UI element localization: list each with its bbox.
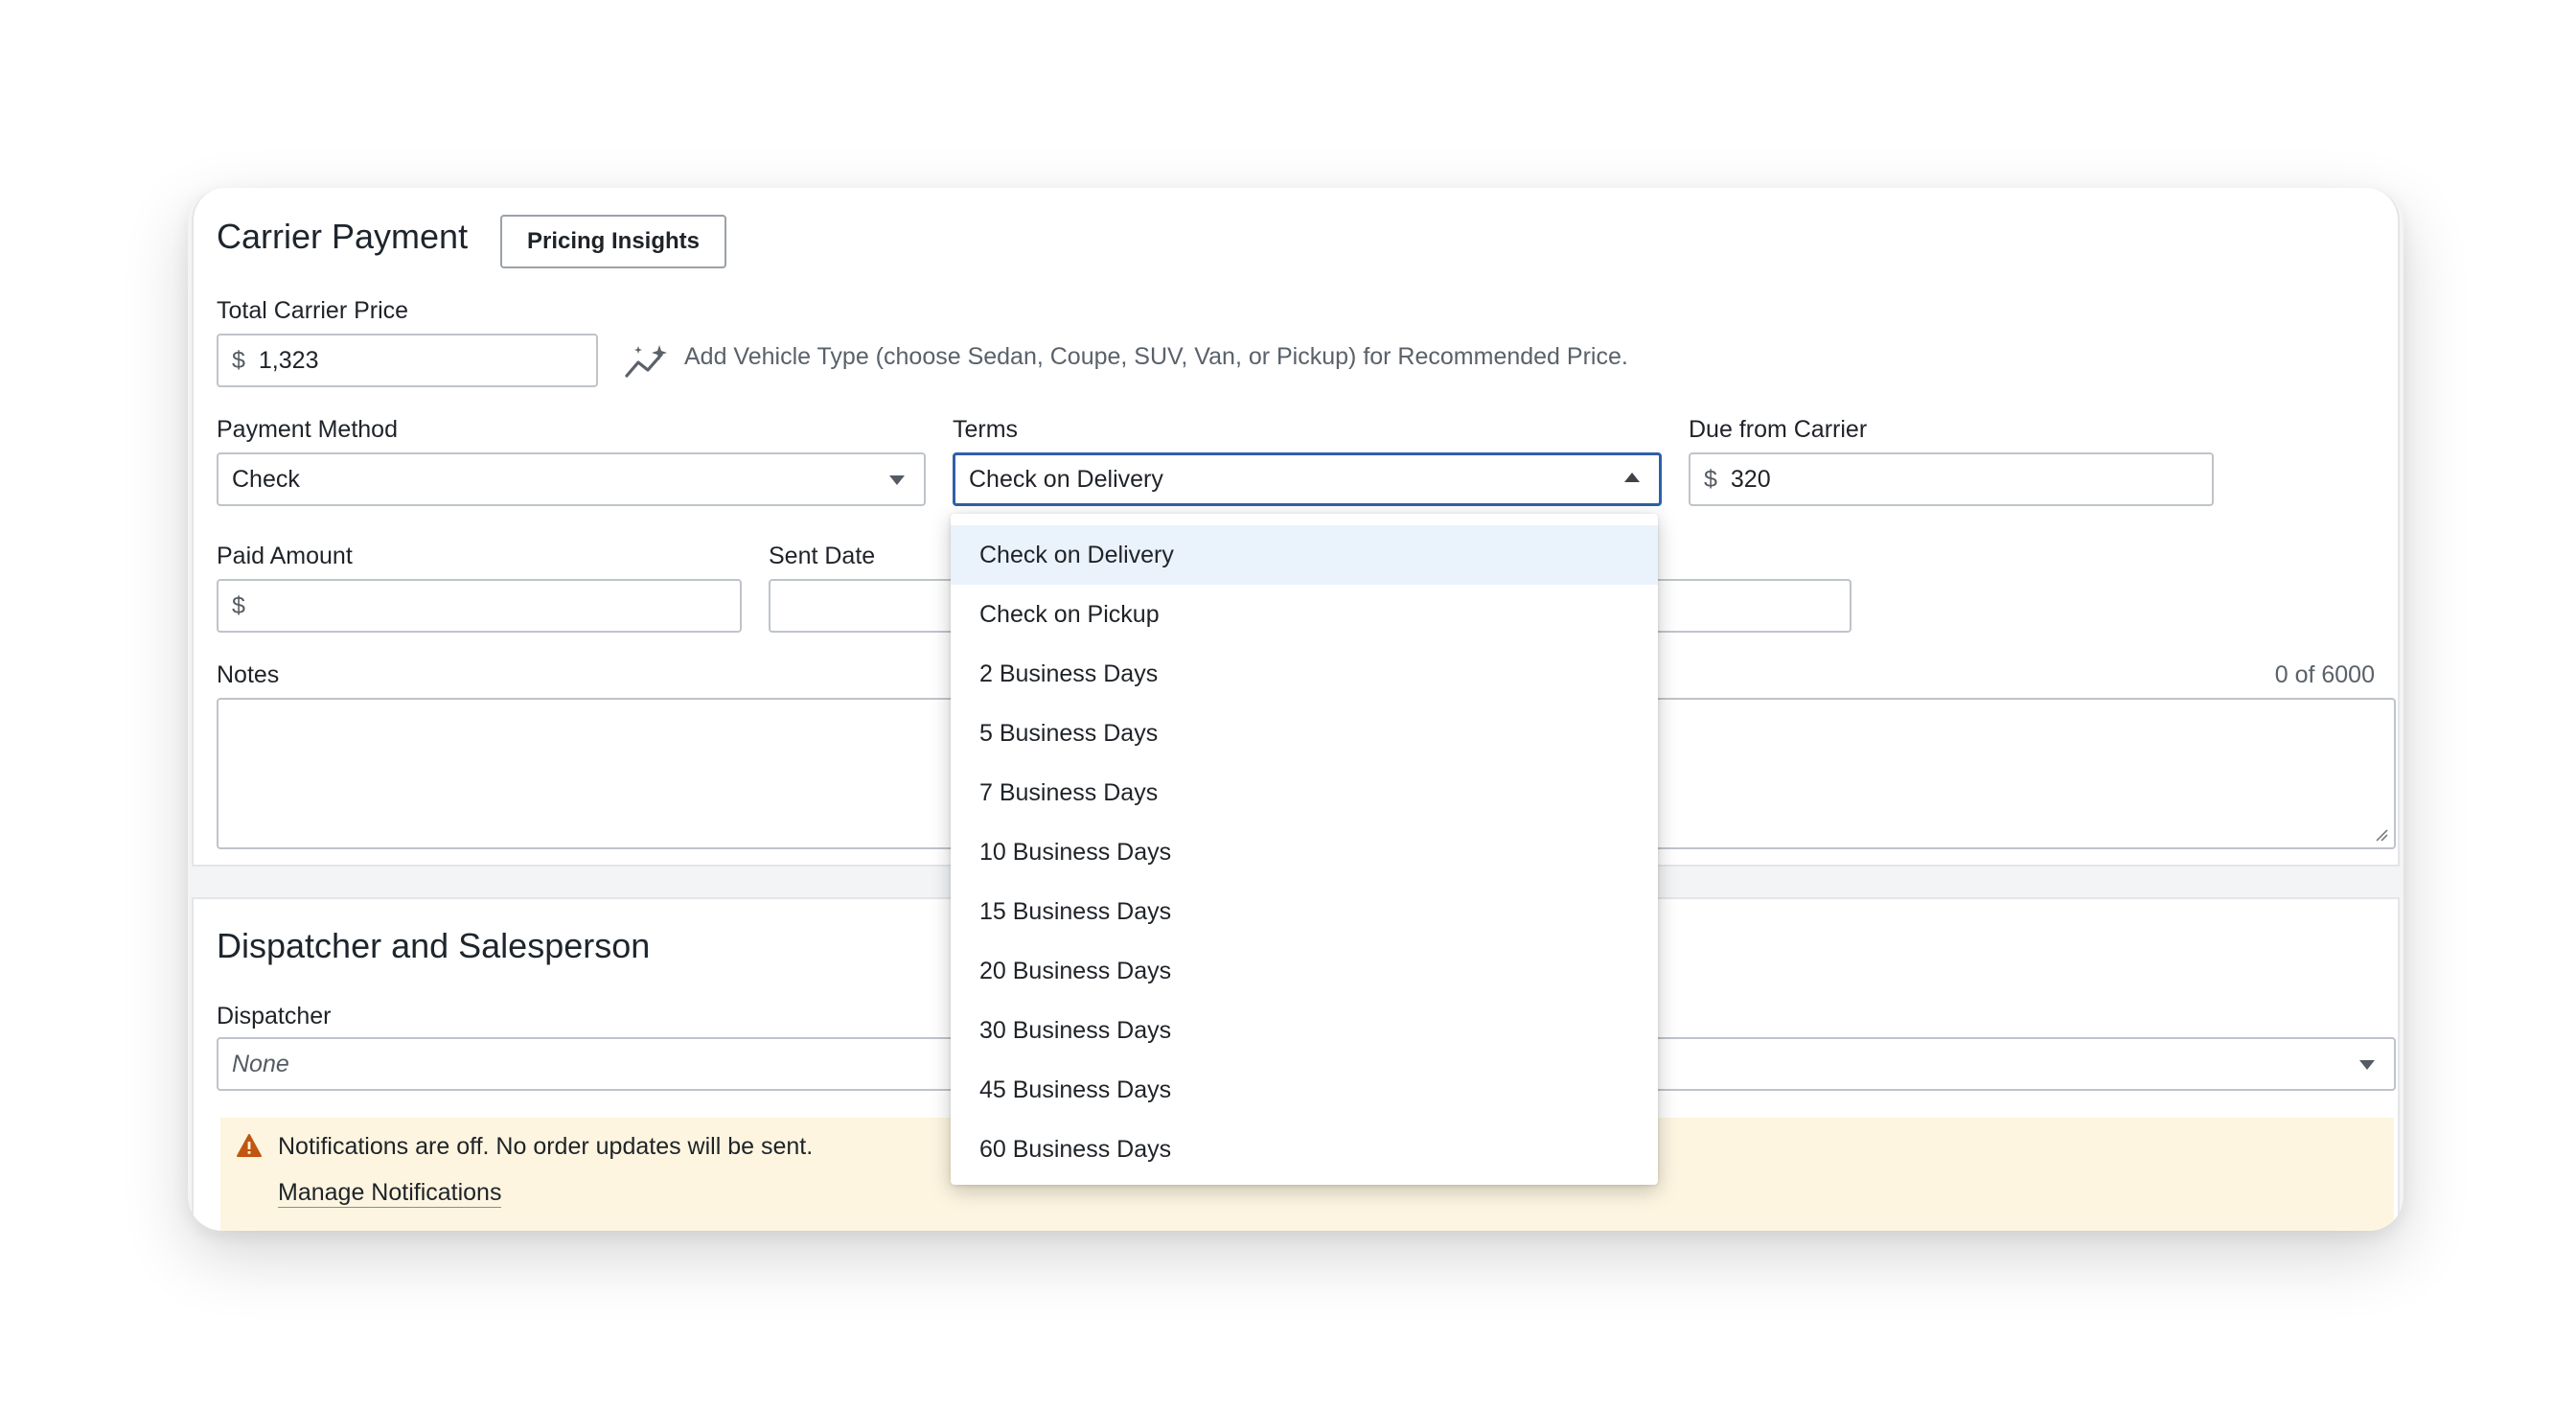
terms-option[interactable]: 20 Business Days <box>951 941 1658 1001</box>
resize-handle-icon[interactable] <box>2375 828 2388 842</box>
terms-option[interactable]: Check on Pickup <box>951 585 1658 644</box>
chevron-down-icon <box>2359 1060 2375 1070</box>
total-carrier-price-label: Total Carrier Price <box>217 297 409 324</box>
warning-icon <box>237 1134 262 1157</box>
paid-amount-label: Paid Amount <box>217 543 353 569</box>
notifications-off-message: Notifications are off. No order updates … <box>278 1133 814 1160</box>
paid-amount-input[interactable]: $ <box>217 579 742 633</box>
terms-option[interactable]: 45 Business Days <box>951 1060 1658 1120</box>
due-from-carrier-label: Due from Carrier <box>1689 416 1868 443</box>
currency-prefix: $ <box>232 346 245 374</box>
currency-prefix: $ <box>232 591 245 619</box>
total-carrier-price-input[interactable]: $ 1,323 <box>217 334 598 387</box>
notes-character-counter: 0 of 6000 <box>2274 661 2375 688</box>
terms-option[interactable]: 5 Business Days <box>951 704 1658 763</box>
recommended-price-hint: Add Vehicle Type (choose Sedan, Coupe, S… <box>684 343 1628 370</box>
terms-label: Terms <box>953 416 1019 443</box>
pricing-insights-button[interactable]: Pricing Insights <box>500 215 726 268</box>
section-title-dispatcher-salesperson: Dispatcher and Salesperson <box>217 926 651 965</box>
dispatcher-value: None <box>232 1050 289 1077</box>
due-from-carrier-input[interactable]: $ 320 <box>1689 452 2214 506</box>
terms-value: Check on Delivery <box>969 465 1163 493</box>
terms-option[interactable]: 60 Business Days <box>951 1120 1658 1179</box>
total-carrier-price-value: 1,323 <box>258 346 319 374</box>
due-from-carrier-value: 320 <box>1730 465 1771 493</box>
terms-option[interactable]: 30 Business Days <box>951 1001 1658 1060</box>
chevron-up-icon <box>1624 473 1640 482</box>
terms-select[interactable]: Check on Delivery <box>953 452 1662 506</box>
terms-option[interactable]: 10 Business Days <box>951 822 1658 882</box>
payment-method-label: Payment Method <box>217 416 398 443</box>
notes-label: Notes <box>217 661 280 688</box>
terms-option[interactable]: 15 Business Days <box>951 882 1658 941</box>
payment-method-value: Check <box>232 465 300 493</box>
section-title-carrier-payment: Carrier Payment <box>217 217 469 256</box>
terms-dropdown-menu: Check on Delivery Check on Pickup 2 Busi… <box>951 514 1658 1185</box>
sent-date-label: Sent Date <box>769 543 876 569</box>
terms-option[interactable]: 7 Business Days <box>951 763 1658 822</box>
sparkle-trend-icon <box>625 345 667 378</box>
order-form-card: Carrier Payment Pricing Insights Total C… <box>188 188 2404 1231</box>
terms-option[interactable]: Check on Delivery <box>951 525 1658 585</box>
manage-notifications-link[interactable]: Manage Notifications <box>278 1179 502 1208</box>
dispatcher-label: Dispatcher <box>217 1003 332 1029</box>
currency-prefix: $ <box>1704 465 1717 493</box>
payment-method-select[interactable]: Check <box>217 452 926 506</box>
terms-option[interactable]: 2 Business Days <box>951 644 1658 704</box>
chevron-down-icon <box>889 475 905 485</box>
